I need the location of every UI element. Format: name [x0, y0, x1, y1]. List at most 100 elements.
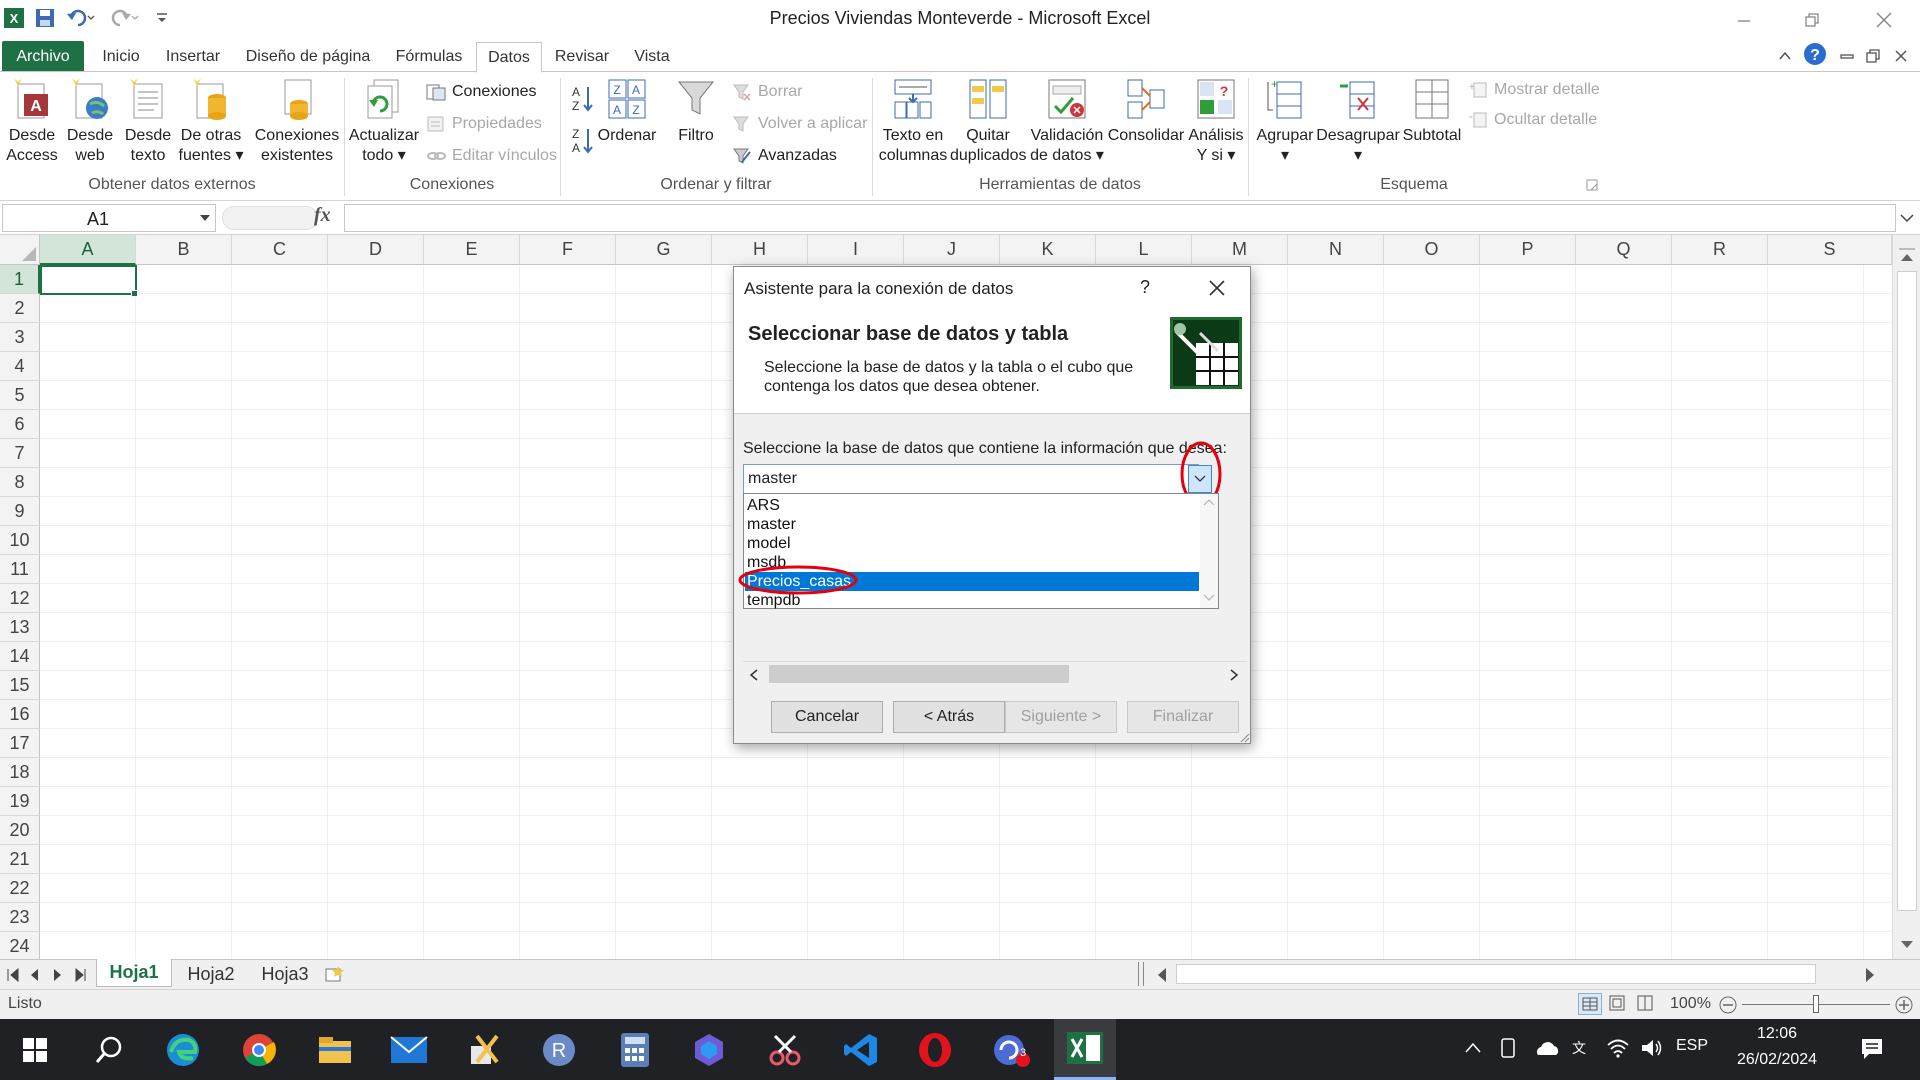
column-header-Q[interactable]: Q	[1576, 235, 1672, 265]
row-header-10[interactable]: 10	[0, 526, 40, 555]
avanzadas-button[interactable]: Avanzadas	[732, 144, 837, 168]
desagrupar-button[interactable]: Desagrupar ▾	[1316, 76, 1400, 166]
column-header-L[interactable]: L	[1096, 235, 1192, 265]
mail-icon[interactable]	[386, 1027, 432, 1073]
column-header-N[interactable]: N	[1288, 235, 1384, 265]
column-header-B[interactable]: B	[136, 235, 232, 265]
normal-view-button[interactable]	[1578, 993, 1602, 1015]
row-header-22[interactable]: 22	[0, 874, 40, 903]
vertical-scrollbar[interactable]	[1892, 235, 1920, 959]
fx-icon[interactable]: fx	[314, 204, 331, 227]
quitar-duplicados-button[interactable]: Quitar duplicados	[950, 76, 1027, 166]
windows-start-icon[interactable]	[12, 1027, 58, 1073]
sheet-tab-hoja2[interactable]: Hoja2	[176, 961, 246, 987]
esquema-launcher-icon[interactable]	[1586, 178, 1598, 192]
tab-split-handle[interactable]	[1138, 962, 1144, 986]
actualizar-todo-button[interactable]: Actualizar todo ▾	[348, 76, 420, 166]
split-box-icon[interactable]	[1899, 237, 1915, 251]
horizontal-scroll-thumb[interactable]	[769, 665, 1069, 683]
snipping-tool-icon[interactable]	[762, 1027, 808, 1073]
row-header-1[interactable]: 1	[0, 265, 40, 294]
column-header-P[interactable]: P	[1480, 235, 1576, 265]
back-button[interactable]: < Atrás	[893, 701, 1005, 733]
row-header-23[interactable]: 23	[0, 903, 40, 932]
input-method-icon[interactable]: 文	[1570, 1037, 1594, 1059]
database-option[interactable]: master	[745, 515, 1199, 534]
excel-taskbar-button[interactable]	[1054, 1019, 1116, 1080]
column-header-O[interactable]: O	[1384, 235, 1480, 265]
column-header-C[interactable]: C	[232, 235, 328, 265]
scroll-down-icon[interactable]	[1899, 939, 1915, 951]
column-header-G[interactable]: G	[616, 235, 712, 265]
insert-sheet-icon[interactable]	[324, 965, 346, 983]
name-box-dropdown-icon[interactable]	[199, 213, 211, 223]
dialog-help-button[interactable]: ?	[1140, 277, 1150, 298]
formula-input[interactable]	[344, 204, 1896, 232]
row-header-2[interactable]: 2	[0, 294, 40, 323]
row-header-21[interactable]: 21	[0, 845, 40, 874]
sort-za-button[interactable]: ZA	[570, 127, 594, 155]
row-header-12[interactable]: 12	[0, 584, 40, 613]
column-header-M[interactable]: M	[1192, 235, 1288, 265]
column-header-J[interactable]: J	[904, 235, 1000, 265]
clock-date[interactable]: 26/02/2024	[1722, 1051, 1832, 1069]
calculator-icon[interactable]	[612, 1027, 658, 1073]
scroll-up-icon[interactable]	[1899, 251, 1915, 263]
chat-app-icon[interactable]: 3	[988, 1027, 1034, 1073]
search-icon[interactable]	[86, 1027, 132, 1073]
row-header-4[interactable]: 4	[0, 352, 40, 381]
vertical-scroll-thumb[interactable]	[1897, 271, 1917, 911]
opera-icon[interactable]	[912, 1027, 958, 1073]
row-header-5[interactable]: 5	[0, 381, 40, 410]
sql-tools-icon[interactable]	[462, 1027, 508, 1073]
page-break-view-icon[interactable]	[1634, 993, 1656, 1015]
scroll-left-icon[interactable]	[749, 669, 759, 681]
database-option[interactable]: model	[745, 534, 1199, 553]
column-header-K[interactable]: K	[1000, 235, 1096, 265]
subtotal-button[interactable]: Subtotal	[1400, 76, 1464, 146]
conexiones-existentes-button[interactable]: Conexiones existentes	[254, 76, 340, 166]
tab-diseno-pagina[interactable]: Diseño de página	[240, 42, 376, 72]
resize-grip-icon[interactable]	[1238, 731, 1250, 743]
tab-archivo[interactable]: Archivo	[2, 41, 84, 73]
copilot-icon[interactable]	[686, 1027, 732, 1073]
desde-access-button[interactable]: A Desde Access	[4, 76, 60, 166]
desde-web-button[interactable]: Desde web	[64, 76, 116, 166]
mostrar-detalle-button[interactable]: + Mostrar detalle	[1468, 78, 1600, 102]
zoom-in-icon[interactable]	[1894, 995, 1914, 1015]
column-header-E[interactable]: E	[424, 235, 520, 265]
onedrive-icon[interactable]	[1532, 1039, 1560, 1057]
doc-restore-icon[interactable]	[1862, 42, 1884, 70]
next-button[interactable]: Siguiente >	[1005, 701, 1117, 733]
database-combobox[interactable]: master	[743, 464, 1199, 494]
editar-vinculos-button[interactable]: Editar vínculos	[426, 144, 557, 168]
row-header-18[interactable]: 18	[0, 758, 40, 787]
restore-icon[interactable]	[1784, 2, 1840, 38]
row-header-20[interactable]: 20	[0, 816, 40, 845]
doc-minimize-icon[interactable]	[1836, 42, 1858, 70]
scroll-down-icon[interactable]	[1203, 594, 1215, 602]
column-header-H[interactable]: H	[712, 235, 808, 265]
zoom-out-icon[interactable]	[1718, 995, 1738, 1015]
agrupar-button[interactable]: + Agrupar ▾	[1252, 76, 1318, 166]
ocultar-detalle-button[interactable]: - Ocultar detalle	[1468, 108, 1597, 132]
finish-button[interactable]: Finalizar	[1127, 701, 1239, 733]
edge-icon[interactable]	[160, 1027, 206, 1073]
row-header-6[interactable]: 6	[0, 410, 40, 439]
column-header-S[interactable]: S	[1768, 235, 1892, 265]
dropdown-scrollbar[interactable]	[1200, 494, 1218, 608]
doc-close-icon[interactable]	[1890, 42, 1912, 70]
sheet-nav-icons[interactable]	[6, 967, 86, 983]
row-header-7[interactable]: 7	[0, 439, 40, 468]
otras-fuentes-button[interactable]: De otras fuentes ▾	[178, 76, 244, 166]
desde-texto-button[interactable]: Desde texto	[120, 76, 176, 166]
close-window-icon[interactable]	[1856, 2, 1912, 38]
borrar-button[interactable]: Borrar	[732, 80, 802, 104]
dialog-close-icon[interactable]	[1208, 279, 1226, 297]
minimize-icon[interactable]	[1716, 2, 1772, 38]
tab-formulas[interactable]: Fórmulas	[386, 42, 472, 72]
analisis-y-si-button[interactable]: ? Análisis Y si ▾	[1186, 76, 1246, 166]
scroll-up-icon[interactable]	[1203, 498, 1215, 506]
texto-columnas-button[interactable]: Texto en columnas	[876, 76, 950, 166]
row-header-14[interactable]: 14	[0, 642, 40, 671]
